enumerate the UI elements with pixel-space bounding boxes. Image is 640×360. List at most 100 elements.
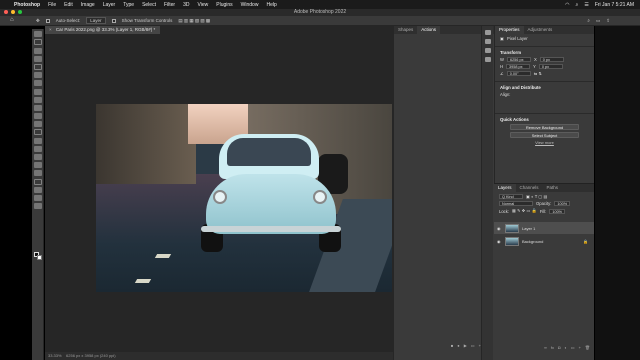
tab-properties[interactable]: Properties [495, 26, 524, 34]
align-icons[interactable]: ▤ ▥ ▦ ▧ ▨ ▩ [178, 18, 210, 24]
clone-stamp-tool-icon[interactable] [33, 104, 42, 111]
menu-file[interactable]: File [48, 2, 56, 8]
play-icon[interactable]: ▶ [464, 343, 467, 348]
background-color-swatch[interactable] [37, 255, 42, 260]
menu-window[interactable]: Window [241, 2, 259, 8]
stop-icon[interactable]: ■ [451, 343, 453, 348]
lock-icons[interactable]: ▦ ✎ ✥ ▭ 🔒 [512, 208, 537, 214]
tab-actions[interactable]: Actions [417, 26, 441, 34]
move-tool-icon[interactable] [33, 31, 42, 38]
crop-tool-icon[interactable] [33, 63, 42, 70]
path-select-tool-icon[interactable] [33, 170, 42, 177]
gradient-tool-icon[interactable] [33, 129, 42, 136]
tab-layers[interactable]: Layers [494, 184, 516, 192]
menu-help[interactable]: Help [266, 2, 276, 8]
tab-shapes[interactable]: Shapes [394, 26, 417, 34]
wifi-icon[interactable]: ◠ [565, 2, 569, 8]
search-icon[interactable]: ⌕ [576, 2, 579, 8]
menu-type[interactable]: Type [123, 2, 134, 8]
remove-background-button[interactable]: Remove Background [510, 124, 579, 130]
menu-filter[interactable]: Filter [164, 2, 175, 8]
new-layer-icon[interactable]: + [579, 345, 581, 350]
quick-actions-title[interactable]: Quick Actions [500, 117, 589, 122]
visibility-eye-icon[interactable]: ◉ [497, 226, 502, 231]
fill-field[interactable]: 100% [549, 208, 566, 214]
adjustments-panel-icon[interactable] [484, 57, 491, 62]
menu-layer[interactable]: Layer [103, 2, 116, 8]
type-tool-icon[interactable] [33, 162, 42, 169]
height-field[interactable]: 3958 px [506, 64, 531, 69]
clock-text[interactable]: Fri Jan 7 5:21 AM [595, 2, 634, 8]
transform-title[interactable]: Transform [500, 50, 589, 55]
width-field[interactable]: 6256 px [506, 57, 531, 62]
trash-icon[interactable]: 🗑 [585, 345, 590, 350]
play-panel-icon[interactable] [484, 39, 491, 44]
more-tools-icon[interactable] [33, 203, 42, 210]
menu-edit[interactable]: Edit [64, 2, 73, 8]
eyedropper-tool-icon[interactable] [33, 80, 42, 87]
opacity-field[interactable]: 100% [554, 201, 571, 206]
properties-panel-icon[interactable] [484, 48, 491, 53]
group-icon[interactable]: ▭ [571, 345, 575, 350]
filter-icons[interactable]: ▣ ◐ T ▢ ▤ [526, 194, 547, 199]
close-window-button[interactable] [4, 10, 8, 14]
rectangle-tool-icon[interactable] [33, 178, 42, 185]
view-more-link[interactable]: View more [500, 140, 589, 145]
brush-tool-icon[interactable] [33, 96, 42, 103]
align-title[interactable]: Align and Distribute [500, 85, 589, 90]
minimize-window-button[interactable] [11, 10, 15, 14]
healing-brush-tool-icon[interactable] [33, 88, 42, 95]
zoom-tool-icon[interactable] [33, 194, 42, 201]
workspace-icon[interactable]: ▭ [596, 18, 600, 24]
blur-tool-icon[interactable] [33, 137, 42, 144]
auto-select-dropdown[interactable]: Layer [86, 17, 106, 24]
canvas-image[interactable] [96, 104, 392, 292]
menu-3d[interactable]: 3D [183, 2, 189, 8]
flip-icons[interactable]: ⇆ ⇅ [534, 71, 542, 76]
layer-name[interactable]: Layer 1 [522, 226, 535, 231]
quick-select-tool-icon[interactable] [33, 55, 42, 62]
history-brush-tool-icon[interactable] [33, 113, 42, 120]
blend-mode-dropdown[interactable]: Normal [499, 201, 533, 206]
tab-channels[interactable]: Channels [516, 184, 543, 192]
menu-view[interactable]: View [198, 2, 209, 8]
menu-plugins[interactable]: Plugins [216, 2, 232, 8]
select-subject-button[interactable]: Select Subject [510, 132, 579, 138]
mask-icon[interactable]: ◘ [558, 345, 560, 350]
fx-icon[interactable]: fx [551, 345, 554, 350]
layer-row[interactable]: ◉ Background 🔒 [494, 235, 594, 247]
record-icon[interactable]: ● [457, 343, 459, 348]
x-field[interactable]: 0 px [539, 57, 564, 62]
lasso-tool-icon[interactable] [33, 47, 42, 54]
layer-filter-dropdown[interactable]: Q Kind [499, 194, 523, 199]
document-tab[interactable]: × Car Paris 2022.png @ 33.3% (Layer 1, R… [45, 26, 160, 34]
dodge-tool-icon[interactable] [33, 145, 42, 152]
eraser-tool-icon[interactable] [33, 121, 42, 128]
adjustment-icon[interactable]: ◐ [564, 345, 566, 350]
menu-image[interactable]: Image [81, 2, 95, 8]
y-field[interactable]: 0 px [538, 64, 563, 69]
folder-icon[interactable]: ▭ [471, 343, 475, 348]
visibility-eye-icon[interactable]: ◉ [497, 239, 502, 244]
zoom-window-button[interactable] [18, 10, 22, 14]
layer-row[interactable]: ◉ Layer 1 [494, 222, 594, 234]
frame-tool-icon[interactable] [33, 72, 42, 79]
link-icon[interactable]: ∞ [544, 345, 547, 350]
pen-tool-icon[interactable] [33, 154, 42, 160]
tab-paths[interactable]: Paths [543, 184, 563, 192]
auto-select-checkbox[interactable] [45, 18, 50, 23]
control-center-icon[interactable]: ☰ [584, 2, 588, 8]
transform-controls-checkbox[interactable] [111, 18, 116, 23]
angle-field[interactable]: 0.00° [506, 71, 531, 76]
status-zoom[interactable]: 33.33% [48, 353, 62, 358]
hand-tool-icon[interactable] [33, 186, 42, 193]
menu-photoshop[interactable]: Photoshop [14, 2, 40, 8]
search-icon[interactable]: ⌕ [587, 18, 590, 24]
share-icon[interactable]: ⇪ [606, 18, 610, 24]
move-tool-icon[interactable]: ✥ [36, 18, 40, 24]
history-panel-icon[interactable] [484, 30, 491, 35]
tab-adjustments[interactable]: Adjustments [524, 26, 557, 34]
marquee-tool-icon[interactable] [33, 39, 42, 46]
layer-name[interactable]: Background [522, 239, 543, 244]
close-tab-icon[interactable]: × [49, 27, 52, 32]
